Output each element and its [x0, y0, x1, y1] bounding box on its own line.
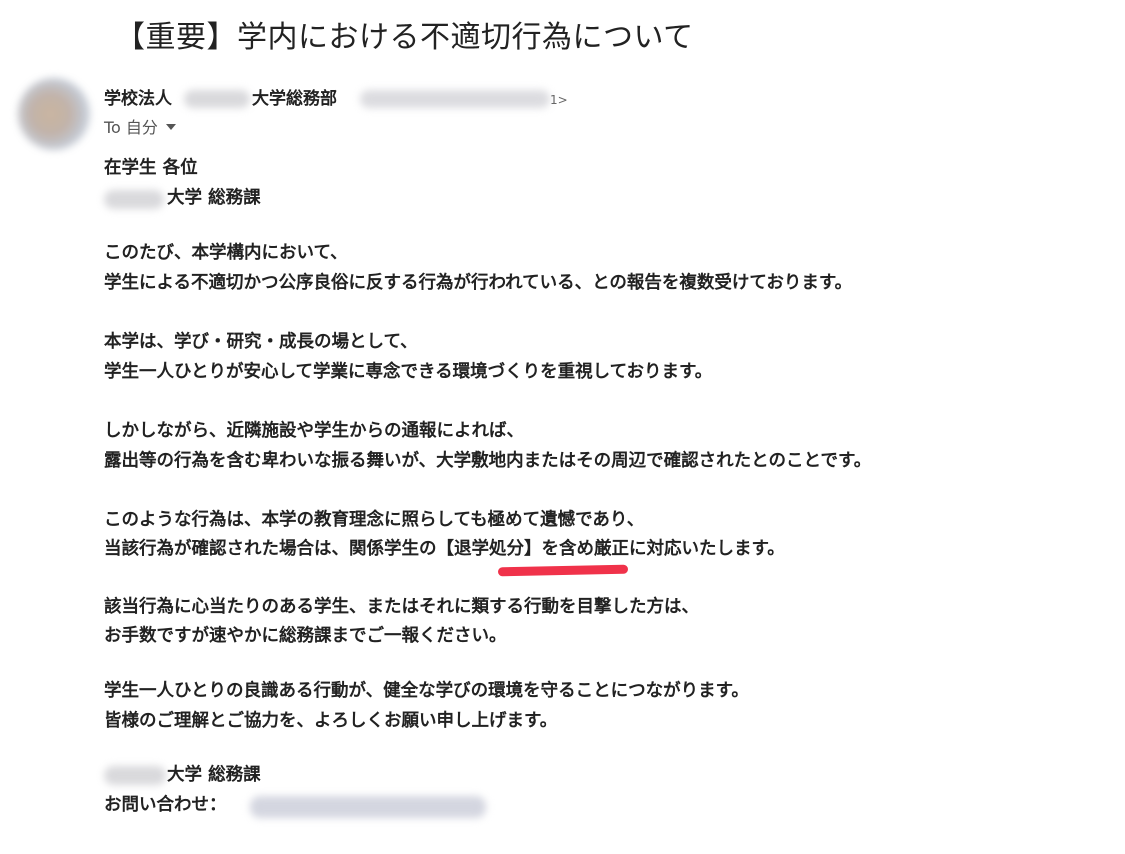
paragraph-line: 露出等の行為を含む卑わいな振る舞いが、大学敷地内またはその周辺で確認されたとのこ… — [104, 451, 872, 471]
paragraph-line: 学生による不適切かつ公序良俗に反する行為が行われている、との報告を複数受けており… — [104, 273, 853, 293]
sender-name-prefix: 学校法人 — [104, 89, 172, 109]
paragraph-line: 学生一人ひとりの良識ある行動が、健全な学びの環境を守ることにつながります。 — [104, 681, 749, 701]
paragraph-line: お手数ですが速やかに総務課までご一報ください。 — [104, 626, 507, 646]
redacted-sender-email — [360, 90, 550, 108]
redacted-university-name — [184, 90, 250, 108]
paragraph-line: しかしながら、近隣施設や学生からの通報によれば、 — [104, 421, 524, 441]
email-subject: 【重要】学内における不適切行為について — [115, 20, 694, 55]
paragraph-line: 皆様のご理解とご協力を、よろしくお願い申し上げます。 — [104, 711, 558, 731]
paragraph-line: このたび、本学構内において、 — [104, 243, 348, 263]
paragraph-line: 本学は、学び・研究・成長の場として、 — [104, 332, 418, 352]
paragraph-line: 当該行為が確認された場合は、関係学生の【退学処分】を含め厳正に対応いたします。 — [104, 539, 785, 559]
chevron-down-icon[interactable] — [165, 123, 176, 130]
paragraph-line: 学生一人ひとりが安心して学業に専念できる環境づくりを重視しております。 — [104, 362, 713, 382]
from-department: 大学 総務課 — [167, 188, 261, 208]
sender-email-end: 1> — [550, 93, 568, 107]
sender-row[interactable]: 学校法人 大学総務部 1> — [104, 86, 574, 112]
highlight-underline — [497, 564, 629, 577]
recipient-row[interactable]: To 自分 — [104, 117, 176, 139]
signature-department: 大学 総務課 — [167, 765, 261, 785]
sender-avatar[interactable] — [18, 78, 90, 150]
email-view: 【重要】学内における不適切行為について 学校法人 大学総務部 1> To 自分 … — [0, 0, 1125, 854]
redacted-contact-info — [250, 796, 486, 818]
sender-name-suffix: 大学総務部 — [252, 89, 337, 109]
paragraph-line: 該当行為に心当たりのある学生、またはそれに類する行動を目撃した方は、 — [104, 597, 699, 617]
recipient-label: To 自分 — [104, 118, 158, 137]
greeting: 在学生 各位 — [104, 158, 198, 178]
paragraph-line: このような行為は、本学の教育理念に照らしても極めて遺憾であり、 — [104, 510, 645, 530]
contact-label: お問い合わせ： — [104, 795, 227, 815]
